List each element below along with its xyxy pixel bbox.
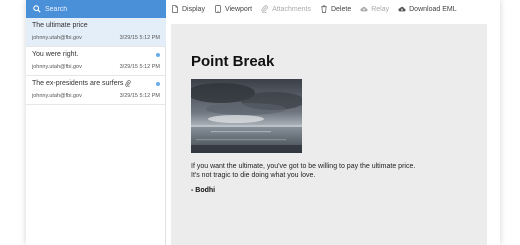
email-body-line: If you want the ultimate, you've got to …: [191, 163, 416, 170]
message-sender: johnny.utah@fbi.gov: [32, 64, 82, 70]
cloud-download-icon: [398, 6, 406, 12]
message-item[interactable]: The ex-presidents are surfers johnny.uta…: [26, 76, 166, 105]
message-subject-row: The ex-presidents are surfers: [32, 80, 160, 87]
message-sidebar: The ultimate price johnny.utah@fbi.gov 3…: [26, 0, 166, 245]
download-eml-label: Download EML: [409, 5, 457, 13]
message-subject: The ultimate price: [32, 22, 88, 29]
paperclip-icon: [261, 5, 268, 13]
search-bar[interactable]: [26, 0, 166, 18]
display-button[interactable]: Display: [171, 5, 205, 13]
search-icon: [33, 5, 41, 13]
mail-window: The ultimate price johnny.utah@fbi.gov 3…: [26, 0, 500, 245]
display-label: Display: [182, 5, 205, 13]
unread-dot: [156, 82, 160, 86]
tablet-icon: [215, 5, 221, 13]
message-item[interactable]: You were right. johnny.utah@fbi.gov 3/29…: [26, 47, 166, 76]
cloud-upload-icon: [360, 6, 368, 12]
email-title: Point Break: [191, 53, 275, 70]
relay-button[interactable]: Relay: [360, 5, 389, 13]
message-subject: The ex-presidents are surfers: [32, 80, 124, 87]
document-icon: [172, 5, 178, 13]
message-date: 3/29/15 5:12 PM: [119, 64, 160, 70]
message-sender: johnny.utah@fbi.gov: [32, 35, 82, 41]
delete-label: Delete: [330, 5, 352, 13]
relay-label: Relay: [371, 5, 390, 13]
message-subject: You were right.: [32, 51, 79, 58]
ocean-photo: [191, 79, 302, 153]
message-item[interactable]: The ultimate price johnny.utah@fbi.gov 3…: [26, 18, 166, 47]
message-date: 3/29/15 5:12 PM: [119, 35, 160, 41]
attachments-label: Attachments: [272, 5, 311, 13]
message-date: 3/29/15 5:12 PM: [119, 93, 160, 99]
search-input[interactable]: [45, 5, 155, 13]
viewport-button[interactable]: Viewport: [214, 5, 252, 13]
email-preview: Point Break If you want the ultimate, yo…: [171, 24, 487, 245]
unread-dot: [156, 53, 160, 57]
delete-button[interactable]: Delete: [320, 5, 351, 13]
email-body-line: It's not tragic to die doing what you lo…: [191, 172, 316, 179]
screen: The ultimate price johnny.utah@fbi.gov 3…: [0, 0, 520, 245]
attachments-button[interactable]: Attachments: [261, 5, 311, 13]
toolbar: Display Viewport Attachments Delete Rela…: [166, 0, 500, 18]
paperclip-icon: [125, 80, 132, 87]
viewport-label: Viewport: [224, 5, 253, 13]
download-eml-button[interactable]: Download EML: [398, 5, 457, 13]
email-signature: - Bodhi: [191, 187, 216, 194]
trash-icon: [321, 5, 327, 13]
message-sender: johnny.utah@fbi.gov: [32, 93, 82, 99]
